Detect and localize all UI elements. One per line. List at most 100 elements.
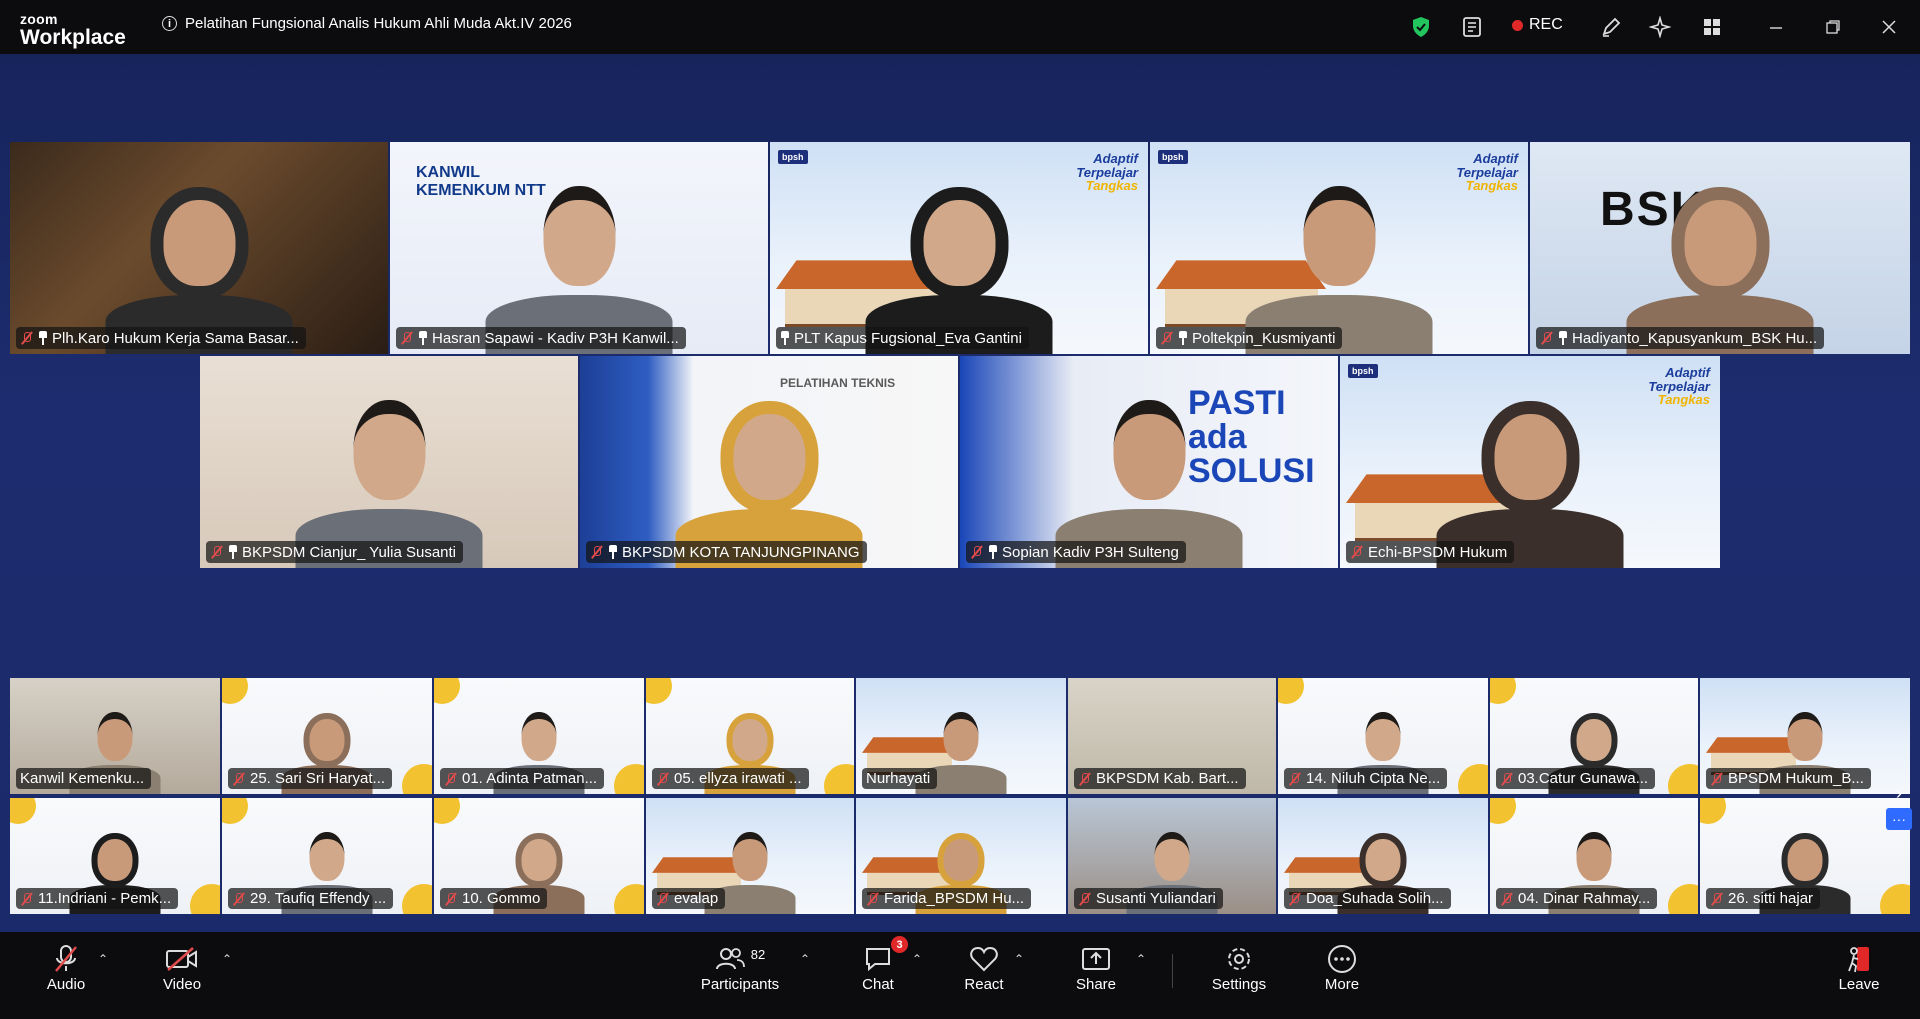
participant-thumbnail[interactable]: BPSDM Hukum_B... xyxy=(1700,678,1910,794)
participant-name-label: Poltekpin_Kusmiyanti xyxy=(1156,327,1343,349)
participant-tile[interactable]: PELATIHAN TEKNIS BKPSDM KOTA TANJUNGPINAN… xyxy=(580,356,958,568)
participant-name-label: 04. Dinar Rahmay... xyxy=(1496,888,1658,909)
audio-button[interactable]: Audio xyxy=(44,942,88,993)
participant-thumbnail[interactable]: 11.Indriani - Pemk... xyxy=(10,798,220,914)
react-options-chevron-icon[interactable]: ⌃ xyxy=(1014,952,1024,966)
mic-muted-icon xyxy=(1500,772,1514,786)
participant-name: 05. ellyza irawati ... xyxy=(674,770,802,787)
participant-name-label: Echi-BPSDM Hukum xyxy=(1346,541,1515,563)
share-options-chevron-icon[interactable]: ⌃ xyxy=(1136,952,1146,966)
participant-tile[interactable]: BKPSDM Cianjur_ Yulia Susanti xyxy=(200,356,578,568)
restore-icon[interactable] xyxy=(1820,14,1846,40)
participant-name-label: Plh.Karo Hukum Kerja Sama Basar... xyxy=(16,327,306,349)
mic-muted-icon xyxy=(444,772,458,786)
participant-name: 25. Sari Sri Haryat... xyxy=(250,770,386,787)
participant-tile[interactable]: PASTI ada SOLUSI Sopian Kadiv P3H Sulteng xyxy=(960,356,1338,568)
participant-name: 11.Indriani - Pemk... xyxy=(38,890,172,907)
participant-name-label: 03.Catur Gunawa... xyxy=(1496,768,1656,789)
participant-thumbnail[interactable]: 25. Sari Sri Haryat... xyxy=(222,678,432,794)
share-label: Share xyxy=(1075,976,1117,993)
record-dot-icon xyxy=(1512,19,1523,31)
mic-muted-icon xyxy=(1350,545,1364,559)
pin-icon xyxy=(38,331,48,345)
info-icon[interactable]: i xyxy=(162,16,177,31)
participant-thumbnail[interactable]: 29. Taufiq Effendy ... xyxy=(222,798,432,914)
participant-thumbnail[interactable]: 26. sitti hajar xyxy=(1700,798,1910,914)
participant-name-label: BPSDM Hukum_B... xyxy=(1706,768,1871,789)
video-options-chevron-icon[interactable]: ⌃ xyxy=(222,952,232,966)
participant-thumbnail[interactable]: 01. Adinta Patman... xyxy=(434,678,644,794)
shield-icon[interactable] xyxy=(1408,14,1434,40)
video-button[interactable]: Video xyxy=(158,942,206,993)
more-button[interactable]: More xyxy=(1322,942,1362,993)
mic-muted-icon xyxy=(1078,772,1092,786)
next-page-arrow-icon[interactable]: › xyxy=(1886,782,1912,804)
participant-name: 10. Gommo xyxy=(462,890,541,907)
participant-thumbnail[interactable]: Nurhayati xyxy=(856,678,1066,794)
apps-icon[interactable] xyxy=(1699,14,1725,40)
meeting-controls: Audio ⌃ Video ⌃ 82 Participants ⌃ 3 Chat… xyxy=(0,932,1920,1019)
participants-label: Participants xyxy=(700,976,780,993)
participants-options-chevron-icon[interactable]: ⌃ xyxy=(800,952,810,966)
participant-tile[interactable]: bpsh Adaptif Terpelajar Tangkas Poltekpin_Ku… xyxy=(1150,142,1528,354)
participant-thumbnail[interactable]: 03.Catur Gunawa... xyxy=(1490,678,1698,794)
notes-icon[interactable] xyxy=(1459,14,1485,40)
participant-thumbnail[interactable]: Farida_BPSDM Hu... xyxy=(856,798,1066,914)
participant-tile[interactable]: JA SAMAPlh.Karo Hukum Kerja Sama Basar..… xyxy=(10,142,388,354)
tagline-word: Tangkas xyxy=(1085,178,1138,194)
participant-name-label: 29. Taufiq Effendy ... xyxy=(228,888,394,909)
mic-muted-icon xyxy=(1078,892,1092,906)
tagline-word: Adaptif xyxy=(1665,365,1710,380)
mic-muted-icon xyxy=(20,331,34,345)
share-button[interactable]: Share xyxy=(1074,942,1118,993)
participant-name-label: Hasran Sapawi - Kadiv P3H Kanwil... xyxy=(396,327,686,349)
active-speaker-tile[interactable]: bpsh Adaptif Terpelajar Tangkas PLT Kapus Fu… xyxy=(770,142,1148,354)
chat-options-chevron-icon[interactable]: ⌃ xyxy=(912,952,922,966)
participant-thumbnail[interactable]: Susanti Yuliandari xyxy=(1068,798,1276,914)
pin-icon xyxy=(228,545,238,559)
mic-muted-icon xyxy=(656,772,670,786)
participant-thumbnail[interactable]: Doa_Suhada Solih... xyxy=(1278,798,1488,914)
participant-thumbnail[interactable]: 04. Dinar Rahmay... xyxy=(1490,798,1698,914)
participant-thumbnail[interactable]: BKPSDM Kab. Bart... xyxy=(1068,678,1276,794)
settings-button[interactable]: Settings xyxy=(1206,942,1272,993)
pen-icon[interactable] xyxy=(1598,14,1624,40)
react-button[interactable]: React xyxy=(962,942,1006,993)
close-icon[interactable] xyxy=(1876,14,1902,40)
chat-button[interactable]: 3 Chat xyxy=(858,936,908,993)
participant-tile[interactable]: KANWIL KEMENKUM NTT Hasran Sapawi - Kadiv… xyxy=(390,142,768,354)
participant-name-label: Doa_Suhada Solih... xyxy=(1284,888,1451,909)
participant-tile[interactable]: bpsh Adaptif Terpelajar Tangkas Echi-BPSDM H… xyxy=(1340,356,1720,568)
participant-name: Echi-BPSDM Hukum xyxy=(1368,543,1508,561)
participant-name-label: evalap xyxy=(652,888,726,909)
participant-name-label: 10. Gommo xyxy=(440,888,548,909)
participant-name-label: BKPSDM Kab. Bart... xyxy=(1074,768,1246,789)
more-options-icon[interactable]: ··· xyxy=(1886,808,1912,830)
audio-options-chevron-icon[interactable]: ⌃ xyxy=(98,952,108,966)
pin-icon xyxy=(780,331,790,345)
video-off-icon xyxy=(158,942,206,976)
audio-label: Audio xyxy=(46,976,86,993)
minimize-icon[interactable] xyxy=(1763,14,1789,40)
recording-indicator[interactable]: REC xyxy=(1512,16,1563,34)
participant-name-label: 01. Adinta Patman... xyxy=(440,768,605,789)
participants-button[interactable]: 82 Participants xyxy=(698,942,782,994)
participant-thumbnail[interactable]: Kanwil Kemenku... xyxy=(10,678,220,794)
participant-thumbnail[interactable]: 14. Niluh Cipta Ne... xyxy=(1278,678,1488,794)
participant-name-label: 25. Sari Sri Haryat... xyxy=(228,768,393,789)
mic-muted-icon xyxy=(866,892,880,906)
tagline-word: Adaptif xyxy=(1093,151,1138,166)
participant-name: Poltekpin_Kusmiyanti xyxy=(1192,329,1336,347)
leave-button[interactable]: Leave xyxy=(1838,942,1880,993)
participant-name: Doa_Suhada Solih... xyxy=(1306,890,1444,907)
participant-tile[interactable]: BSK Hadiyanto_Kapusyankum_BSK Hu... xyxy=(1530,142,1910,354)
sparkle-icon[interactable] xyxy=(1647,14,1673,40)
chat-badge: 3 xyxy=(891,936,908,953)
participant-thumbnail[interactable]: evalap xyxy=(646,798,854,914)
participant-thumbnail[interactable]: 05. ellyza irawati ... xyxy=(646,678,854,794)
mic-muted-icon xyxy=(44,942,88,976)
participant-thumbnail[interactable]: 10. Gommo xyxy=(434,798,644,914)
participant-name-label: Hadiyanto_Kapusyankum_BSK Hu... xyxy=(1536,327,1825,349)
participant-name-label: 26. sitti hajar xyxy=(1706,888,1821,909)
participant-name-label: Sopian Kadiv P3H Sulteng xyxy=(966,541,1186,563)
